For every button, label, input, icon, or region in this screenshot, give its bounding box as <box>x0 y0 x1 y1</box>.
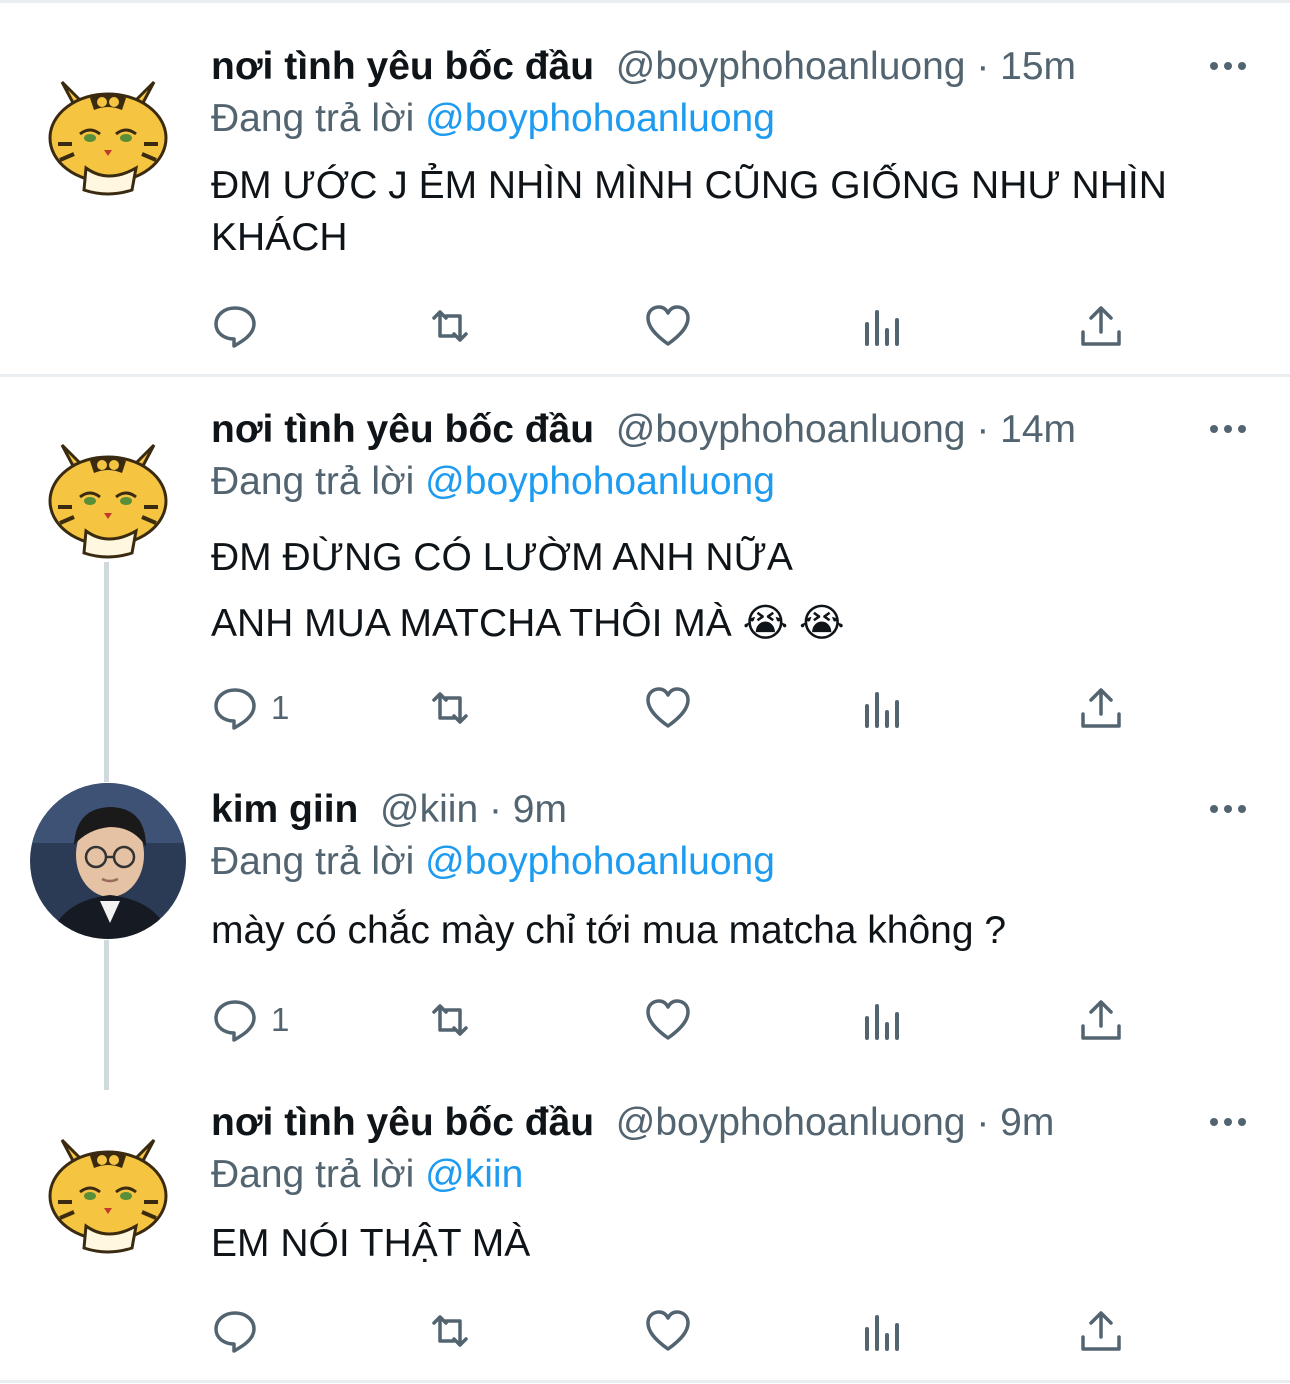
crying-emoji: 😭 😭 <box>742 602 845 645</box>
comment-bubble-icon <box>214 1311 256 1353</box>
bottom-divider <box>0 1380 1290 1383</box>
replying-prefix: Đang trả lời <box>211 840 415 883</box>
reply-count: 1 <box>271 689 290 726</box>
heart-icon <box>646 687 690 728</box>
share-upload-icon <box>1081 688 1121 728</box>
analytics-icon <box>865 1315 899 1351</box>
display-name[interactable]: kim giin <box>211 788 358 831</box>
user-handle[interactable]: @boyphohoanluong <box>616 408 966 451</box>
tiger-avatar[interactable] <box>40 427 176 563</box>
analytics-icon <box>865 692 899 728</box>
replying-to: Đang trả lời @kiin <box>211 1150 523 1200</box>
replying-prefix: Đang trả lời <box>211 460 415 503</box>
tweet-actions <box>211 301 1141 351</box>
comment-bubble-icon <box>214 688 256 730</box>
tweet[interactable]: nơi tình yêu bốc đầu @boyphohoanluong · … <box>0 0 1290 375</box>
reply-button[interactable] <box>211 301 271 351</box>
replying-to: Đang trả lời @boyphohoanluong <box>211 837 775 887</box>
display-name[interactable]: nơi tình yêu bốc đầu <box>211 45 594 88</box>
replying-to: Đang trả lời @boyphohoanluong <box>211 457 775 507</box>
tweet-actions: 1 <box>211 683 1141 733</box>
views-button[interactable] <box>861 683 909 733</box>
like-button[interactable] <box>644 995 692 1045</box>
share-upload-icon <box>1081 306 1121 346</box>
views-button[interactable] <box>861 995 909 1045</box>
user-handle[interactable]: @kiin <box>380 788 478 831</box>
comment-bubble-icon <box>214 306 256 348</box>
tweet-actions: 1 <box>211 995 1141 1045</box>
tweet-text-line: KHÁCH <box>211 216 348 259</box>
reply-button[interactable] <box>211 1306 271 1356</box>
display-name[interactable]: nơi tình yêu bốc đầu <box>211 1101 594 1144</box>
reply-button[interactable]: 1 <box>211 995 289 1045</box>
heart-icon <box>646 999 690 1040</box>
tweet-header: nơi tình yêu bốc đầu @boyphohoanluong · … <box>211 1098 1250 1148</box>
tweet-header: kim giin @kiin · 9m <box>211 785 1250 835</box>
retweet-icon <box>432 1004 468 1036</box>
heart-icon <box>646 305 690 346</box>
tweet-actions <box>211 1306 1141 1356</box>
heart-icon <box>646 1310 690 1351</box>
tweet-text: ĐM ƯỚC J ẺM NHÌN MÌNH CŨNG GIỐNG NHƯ NHÌ… <box>211 160 1240 264</box>
views-button[interactable] <box>861 301 909 351</box>
tweet[interactable]: kim giin @kiin · 9m Đang trả lời @boypho… <box>0 757 1290 1087</box>
more-dots-icon[interactable] <box>1208 789 1248 829</box>
tweet-text-line: ĐM ƯỚC J ẺM NHÌN MÌNH CŨNG GIỐNG NHƯ NHÌ… <box>211 164 1167 207</box>
tiger-avatar[interactable] <box>40 1122 176 1258</box>
retweet-icon <box>432 1315 468 1347</box>
timestamp[interactable]: · 9m <box>976 1101 1054 1144</box>
tweet-text: EM NÓI THẬT MÀ <box>211 1218 1240 1270</box>
tweet-text-fragment: ANH MUA MATCHA THÔI MÀ <box>211 602 732 645</box>
views-button[interactable] <box>861 1306 909 1356</box>
retweet-icon <box>432 310 468 342</box>
replying-prefix: Đang trả lời <box>211 1153 415 1196</box>
share-upload-icon <box>1081 1311 1121 1351</box>
timestamp[interactable]: · 15m <box>976 45 1076 88</box>
comment-bubble-icon <box>214 1000 256 1042</box>
reply-button[interactable]: 1 <box>211 683 289 733</box>
share-upload-icon <box>1081 1000 1121 1040</box>
analytics-icon <box>865 1004 899 1040</box>
timestamp[interactable]: · 14m <box>976 408 1076 451</box>
tweet-text-line: ĐM ĐỪNG CÓ LƯỜM ANH NỮA <box>211 536 793 579</box>
share-button[interactable] <box>1077 683 1125 733</box>
user-handle[interactable]: @boyphohoanluong <box>616 45 966 88</box>
tweet-text-line: mày có chắc mày chỉ tới mua matcha không… <box>211 909 1007 952</box>
share-button[interactable] <box>1077 995 1125 1045</box>
more-dots-icon[interactable] <box>1208 46 1248 86</box>
like-button[interactable] <box>644 683 692 733</box>
like-button[interactable] <box>644 1306 692 1356</box>
user-handle[interactable]: @boyphohoanluong <box>616 1101 966 1144</box>
reply-count: 1 <box>271 1001 290 1038</box>
tweet-text-line: EM NÓI THẬT MÀ <box>211 1222 531 1265</box>
mention-link[interactable]: @kiin <box>425 1153 523 1196</box>
more-dots-icon[interactable] <box>1208 1102 1248 1142</box>
analytics-icon <box>865 310 899 346</box>
share-button[interactable] <box>1077 1306 1125 1356</box>
tiger-avatar[interactable] <box>40 64 176 200</box>
tweet[interactable]: nơi tình yêu bốc đầu @boyphohoanluong · … <box>0 377 1290 757</box>
retweet-button[interactable] <box>426 995 474 1045</box>
more-dots-icon[interactable] <box>1208 409 1248 449</box>
tweet-text: mày có chắc mày chỉ tới mua matcha không… <box>211 905 1240 957</box>
replying-to: Đang trả lời @boyphohoanluong <box>211 94 775 144</box>
photo-avatar[interactable] <box>30 783 186 939</box>
retweet-button[interactable] <box>426 1306 474 1356</box>
retweet-icon <box>432 692 468 724</box>
retweet-button[interactable] <box>426 683 474 733</box>
mention-link[interactable]: @boyphohoanluong <box>425 460 775 503</box>
replying-prefix: Đang trả lời <box>211 97 415 140</box>
mention-link[interactable]: @boyphohoanluong <box>425 97 775 140</box>
timestamp[interactable]: · 9m <box>489 788 567 831</box>
like-button[interactable] <box>644 301 692 351</box>
mention-link[interactable]: @boyphohoanluong <box>425 840 775 883</box>
tweet-text-line: ANH MUA MATCHA THÔI MÀ 😭 😭 <box>211 591 1240 657</box>
tweet[interactable]: nơi tình yêu bốc đầu @boyphohoanluong · … <box>0 1070 1290 1380</box>
tweet-header: nơi tình yêu bốc đầu @boyphohoanluong · … <box>211 42 1250 92</box>
display-name[interactable]: nơi tình yêu bốc đầu <box>211 408 594 451</box>
tweet-text: ĐM ĐỪNG CÓ LƯỜM ANH NỮA ANH MUA MATCHA T… <box>211 525 1240 657</box>
retweet-button[interactable] <box>426 301 474 351</box>
tweet-header: nơi tình yêu bốc đầu @boyphohoanluong · … <box>211 405 1250 455</box>
share-button[interactable] <box>1077 301 1125 351</box>
